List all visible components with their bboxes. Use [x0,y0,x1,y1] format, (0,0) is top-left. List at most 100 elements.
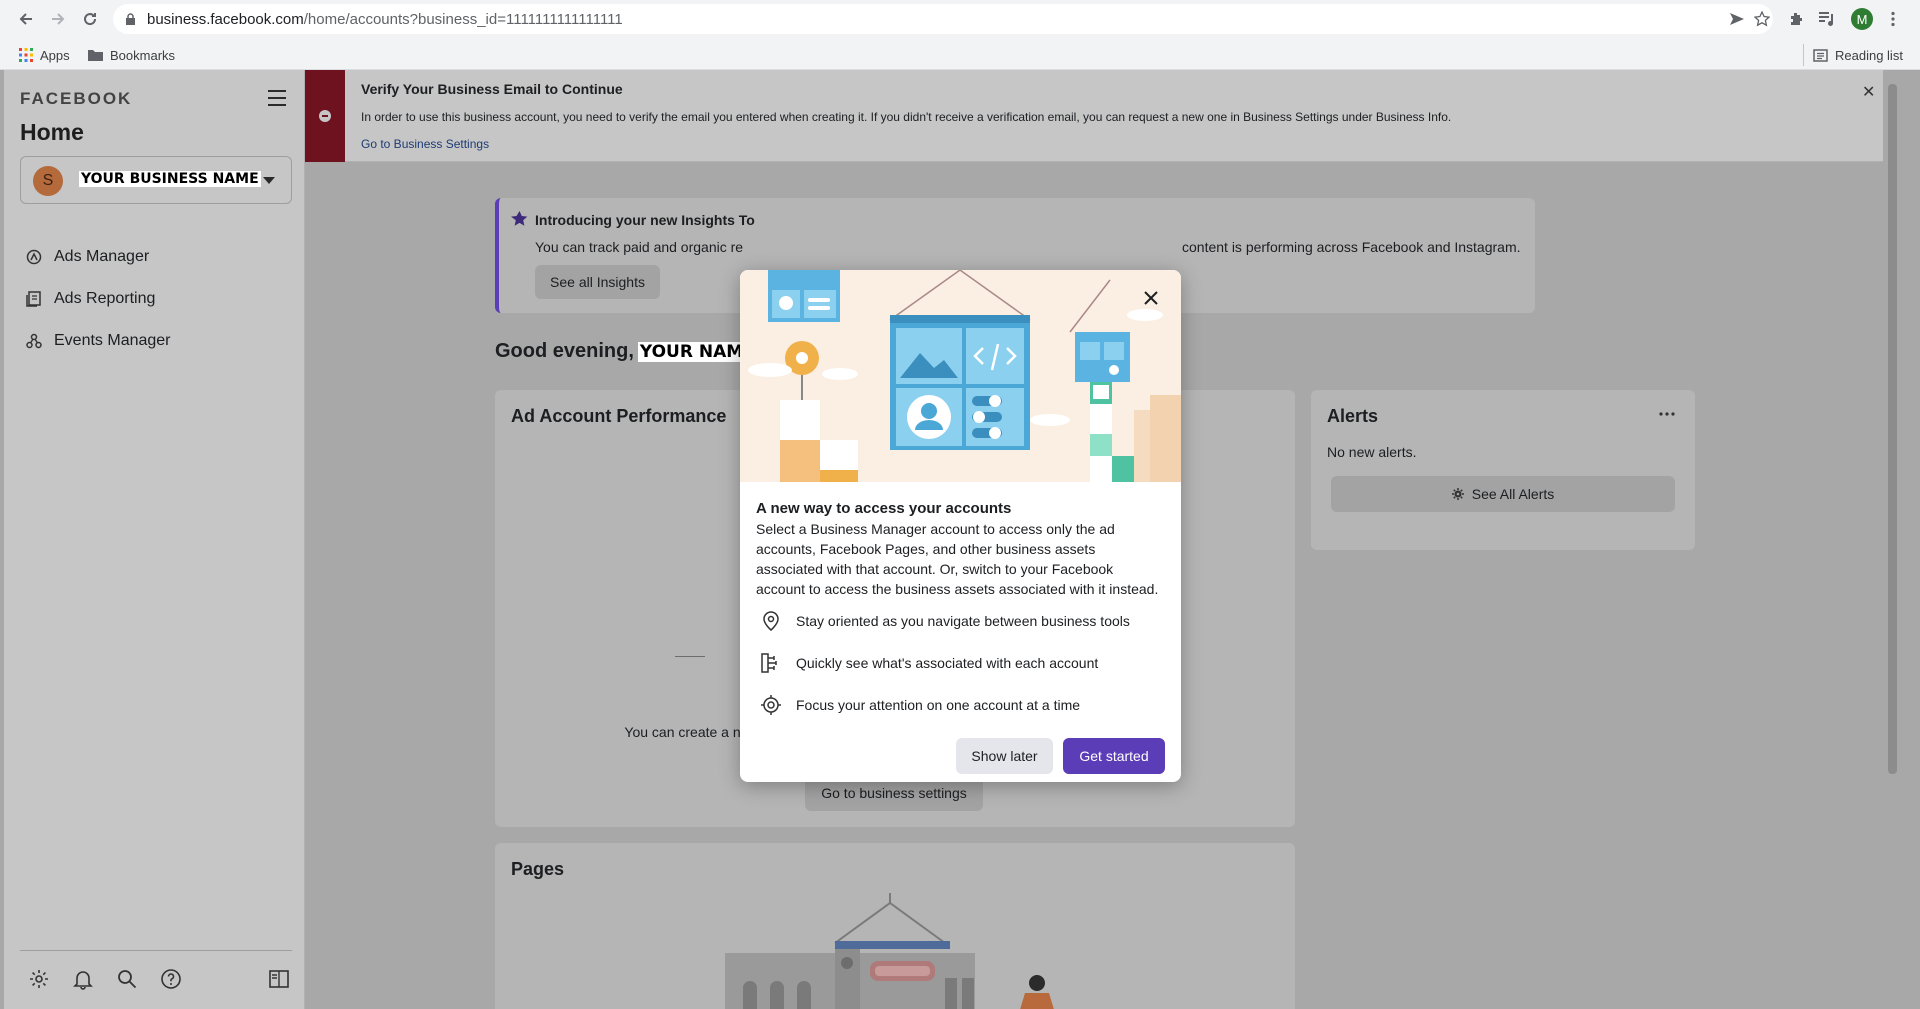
insights-body-right: content is performing across Facebook an… [1182,239,1521,255]
more-vert-icon[interactable] [1890,11,1896,27]
business-name: YOUR BUSINESS NAME [79,171,261,187]
feature-label: Stay oriented as you navigate between bu… [796,613,1130,629]
browser-chrome: business.facebook.com/home/accounts?busi… [0,0,1920,70]
feature-label: Focus your attention on one account at a… [796,697,1081,713]
back-button[interactable] [13,6,39,32]
reading-list-icon [1813,48,1828,62]
send-icon[interactable] [1729,12,1745,26]
target-icon [761,695,781,715]
lock-icon [126,13,135,25]
account-access-modal: A new way to access your accounts Select… [740,270,1181,782]
page-content: FACEBOOK Home S YOUR BUSINESS NAME Ads M… [0,70,1920,1009]
pages-card: Pages [495,843,1295,1009]
insights-title: Introducing your new Insights To [535,212,755,228]
forward-button[interactable] [45,6,71,32]
banner-title: Verify Your Business Email to Continue [361,81,623,97]
illustration-line [675,656,705,657]
pages-title: Pages [511,859,565,879]
error-minus-icon [319,110,331,122]
show-later-button[interactable]: Show later [956,738,1053,774]
media-control-icon[interactable] [1818,11,1836,27]
dashboard-illustration [740,270,1181,482]
alerts-body: No new alerts. [1327,444,1417,460]
business-selector[interactable]: S YOUR BUSINESS NAME [20,156,292,204]
see-all-alerts-label: See All Alerts [1471,486,1555,502]
feature-icon-wrap [756,606,786,636]
more-horizontal-icon[interactable] [1659,412,1675,416]
greeting-prefix: Good evening, [495,340,634,362]
alerts-card: Alerts No new alerts. See All Alerts [1311,390,1695,550]
profile-avatar[interactable]: M [1851,8,1873,30]
feature-item: Quickly see what's associated with each … [756,648,1098,678]
apps-grid-icon [19,48,33,62]
hierarchy-icon [761,653,777,673]
page-title: Home [20,119,84,145]
menu-icon[interactable] [266,87,288,109]
sidebar-item-ads-reporting[interactable]: Ads Reporting [26,290,155,308]
sidebar-item-label: Ads Reporting [54,290,156,307]
reload-button[interactable] [77,6,103,32]
url-text: business.facebook.com/home/accounts?busi… [147,11,623,28]
banner-accent-strip [305,70,345,162]
search-icon[interactable] [116,968,138,990]
sidebar-item-events-manager[interactable]: Events Manager [26,332,171,350]
banner-body: In order to use this business account, y… [361,110,1452,124]
get-started-button[interactable]: Get started [1063,738,1165,774]
business-avatar: S [33,166,63,196]
star-icon [511,211,528,226]
url-host: business.facebook.com [147,11,304,28]
user-name: YOUR NAME [637,341,757,362]
bookmarks-divider [1803,44,1804,66]
notifications-bell-icon[interactable] [72,968,94,990]
reading-list[interactable]: Reading list [1813,44,1903,66]
modal-close-button[interactable] [1136,283,1166,313]
modal-illustration [740,270,1181,482]
forward-arrow-icon [52,13,65,25]
settings-gear-icon[interactable] [28,968,50,990]
facebook-logo[interactable]: FACEBOOK [20,89,132,109]
location-pin-icon [763,611,779,631]
sidebar-item-ads-manager[interactable]: Ads Manager [26,248,149,266]
modal-description: Select a Business Manager account to acc… [756,521,1159,597]
reload-icon [84,13,97,26]
close-icon[interactable]: ✕ [1862,82,1875,102]
page-scrollbar[interactable] [1884,70,1900,1009]
bookmark-folder-label: Bookmarks [110,47,176,63]
verify-email-banner: Verify Your Business Email to Continue I… [305,70,1883,162]
bookmark-apps[interactable]: Apps [19,44,70,66]
feature-icon-wrap [756,690,786,720]
sidebar-item-label: Ads Manager [54,248,150,265]
folder-icon [88,50,103,61]
back-arrow-icon [19,13,32,25]
greeting: Good evening, YOUR NAME [495,340,757,363]
help-icon[interactable] [160,968,182,990]
ads-reporting-icon [26,291,41,307]
gear-icon [1451,488,1464,500]
feature-icon-wrap [756,648,786,678]
address-bar[interactable]: business.facebook.com/home/accounts?busi… [113,4,1773,34]
bookmark-folder[interactable]: Bookmarks [88,44,175,66]
bookmark-apps-label: Apps [40,47,70,63]
scrollbar-thumb[interactable] [1888,84,1897,774]
sidebar: FACEBOOK Home S YOUR BUSINESS NAME Ads M… [4,70,305,1009]
insights-body-left: You can track paid and organic re [535,239,744,255]
modal-title: A new way to access your accounts [756,500,1012,517]
url-path: /home/accounts?business_id=1111111111111… [303,11,623,28]
caret-down-icon [263,177,275,184]
events-manager-icon [26,333,42,349]
sidebar-item-label: Events Manager [54,332,171,349]
reading-list-label: Reading list [1835,47,1903,63]
business-settings-link[interactable]: Go to Business Settings [361,137,489,151]
see-all-alerts-button[interactable]: See All Alerts [1331,476,1675,512]
star-icon[interactable] [1754,11,1770,27]
feature-item: Stay oriented as you navigate between bu… [756,606,1130,636]
ad-performance-title: Ad Account Performance [511,406,727,426]
layout-panel-icon[interactable] [268,968,290,990]
sidebar-footer [20,950,292,990]
ads-manager-icon [26,249,42,265]
bookmarks-bar: Apps Bookmarks Reading list [0,40,1920,70]
alerts-title: Alerts [1327,406,1379,426]
see-all-insights-button[interactable]: See all Insights [535,265,660,299]
extensions-icon[interactable] [1788,11,1804,27]
close-icon [1144,291,1158,305]
